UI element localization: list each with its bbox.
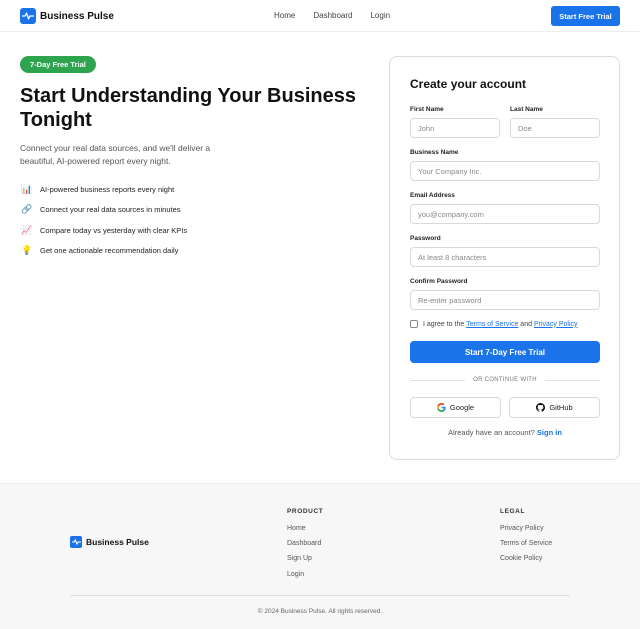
nav-link-dashboard[interactable]: Dashboard	[313, 11, 352, 20]
lightbulb-icon: 💡	[21, 245, 33, 256]
footer-link-cookies[interactable]: Cookie Policy	[500, 551, 552, 566]
signup-card: Create your account First Name John Last…	[389, 56, 620, 460]
github-label: GitHub	[549, 403, 573, 412]
last-name-input[interactable]: Doe	[510, 118, 600, 138]
google-button[interactable]: Google	[410, 397, 501, 418]
terms-link[interactable]: Terms of Service	[466, 321, 518, 328]
footer-link-terms[interactable]: Terms of Service	[500, 536, 552, 551]
feature-item: 📈 Compare today vs yesterday with clear …	[20, 220, 187, 241]
first-name-input[interactable]: John	[410, 118, 500, 138]
footer-link-login[interactable]: Login	[287, 567, 323, 582]
footer-link-dashboard[interactable]: Dashboard	[287, 536, 323, 551]
terms-checkbox[interactable]	[410, 320, 418, 328]
business-name-input[interactable]: Your Company Inc.	[410, 161, 600, 181]
divider-text: OR CONTINUE WITH	[473, 377, 537, 383]
email-input[interactable]: you@company.com	[410, 204, 600, 224]
terms-agreement: I agree to the Terms of Service and Priv…	[410, 320, 578, 328]
divider-line	[544, 379, 601, 381]
feature-item: 💡 Get one actionable recommendation dail…	[20, 241, 187, 262]
confirm-password-input[interactable]: Re-enter password	[410, 290, 600, 310]
top-nav: Business Pulse Home Dashboard Login Star…	[0, 0, 640, 32]
footer-brand-name: Business Pulse	[86, 537, 149, 547]
google-label: Google	[449, 403, 475, 412]
feature-item: 📊 AI-powered business reports every nigh…	[20, 179, 187, 200]
nav-links: Home Dashboard Login	[274, 11, 408, 20]
last-name-label: Last Name	[510, 106, 543, 113]
confirm-password-label: Confirm Password	[410, 278, 468, 285]
footer-link-signup[interactable]: Sign Up	[287, 551, 323, 566]
feature-text: Get one actionable recommendation daily	[40, 246, 179, 256]
feature-list: 📊 AI-powered business reports every nigh…	[20, 179, 187, 261]
brand[interactable]: Business Pulse	[20, 8, 114, 24]
hero-subtitle: Connect your real data sources, and we'l…	[20, 143, 211, 166]
divider-line	[410, 379, 466, 381]
business-name-label: Business Name	[410, 149, 459, 156]
start-free-trial-button[interactable]: Start Free Trial	[551, 6, 620, 26]
signin-prefix: Already have an account?	[448, 428, 535, 437]
footer-legal-heading: LEGAL	[500, 508, 526, 515]
privacy-link[interactable]: Privacy Policy	[534, 321, 578, 328]
feature-text: AI-powered business reports every night	[40, 184, 175, 194]
footer-link-privacy[interactable]: Privacy Policy	[500, 521, 552, 536]
bar-chart-icon: 📊	[21, 183, 33, 194]
footer-divider	[70, 595, 570, 596]
footer-legal-column: LEGAL Privacy Policy Terms of Service Co…	[500, 508, 552, 567]
google-icon	[436, 403, 446, 412]
brand-name: Business Pulse	[40, 10, 114, 22]
feature-text: Connect your real data sources in minute…	[40, 205, 181, 215]
github-button[interactable]: GitHub	[509, 397, 600, 418]
footer-link-home[interactable]: Home	[287, 521, 323, 536]
footer-product-heading: PRODUCT	[287, 508, 324, 515]
oauth-divider: OR CONTINUE WITH	[410, 375, 601, 385]
pulse-logo-icon	[20, 8, 36, 24]
agree-prefix: I agree to the	[423, 320, 465, 328]
link-icon: 🔗	[21, 204, 33, 215]
feature-item: 🔗 Connect your real data sources in minu…	[20, 200, 187, 221]
agree-and: and	[520, 320, 532, 328]
trial-badge: 7-Day Free Trial	[20, 56, 96, 73]
signin-prompt: Already have an account? Sign in	[410, 428, 600, 437]
pulse-logo-icon	[70, 536, 82, 548]
feature-text: Compare today vs yesterday with clear KP…	[40, 225, 188, 235]
first-name-label: First Name	[410, 106, 444, 113]
submit-trial-button[interactable]: Start 7-Day Free Trial	[410, 341, 600, 363]
nav-link-login[interactable]: Login	[370, 11, 390, 20]
email-label: Email Address	[410, 192, 455, 199]
copyright: © 2024 Business Pulse. All rights reserv…	[257, 608, 383, 615]
nav-link-home[interactable]: Home	[274, 11, 295, 20]
github-icon	[536, 403, 546, 412]
footer-product-column: PRODUCT Home Dashboard Sign Up Login	[287, 508, 323, 582]
hero-title: Start Understanding Your Business Tonigh…	[20, 85, 356, 131]
password-input[interactable]: At least 8 characters	[410, 247, 600, 267]
password-label: Password	[410, 235, 441, 242]
footer-brand[interactable]: Business Pulse	[70, 536, 149, 548]
form-title: Create your account	[410, 77, 527, 91]
trend-chart-icon: 📈	[21, 224, 33, 235]
footer: Business Pulse PRODUCT Home Dashboard Si…	[0, 483, 640, 629]
signin-link[interactable]: Sign in	[537, 428, 562, 437]
